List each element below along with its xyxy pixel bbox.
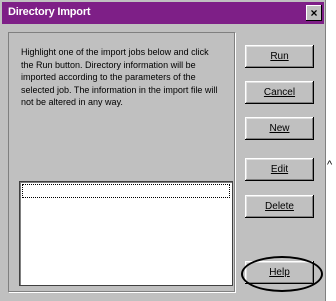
cancel-button[interactable]: Cancel bbox=[245, 81, 314, 104]
list-item[interactable] bbox=[22, 184, 230, 198]
close-icon[interactable]: × bbox=[306, 5, 322, 21]
edit-button[interactable]: Edit bbox=[245, 158, 314, 181]
title-bar[interactable]: Directory Import × bbox=[2, 2, 324, 24]
pointer-mark: ^ bbox=[327, 159, 333, 171]
instructions-text: Highlight one of the import jobs below a… bbox=[21, 47, 218, 107]
import-jobs-list[interactable] bbox=[19, 181, 233, 286]
new-button[interactable]: New bbox=[245, 117, 314, 140]
delete-button[interactable]: Delete bbox=[245, 195, 314, 218]
dialog-title: Directory Import bbox=[8, 6, 91, 18]
directory-import-dialog: Directory Import × Highlight one of the … bbox=[0, 0, 326, 301]
run-button[interactable]: Run bbox=[245, 45, 314, 68]
help-highlight-circle bbox=[241, 256, 323, 292]
